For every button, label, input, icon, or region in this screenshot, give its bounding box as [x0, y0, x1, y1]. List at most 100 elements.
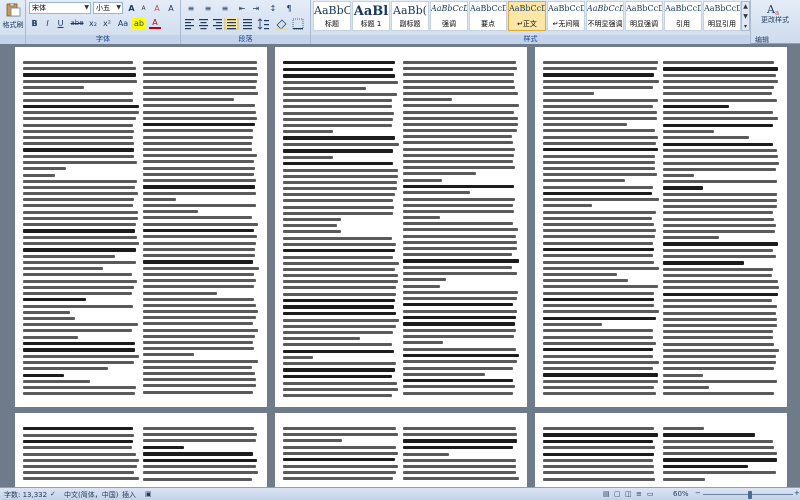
style-tile[interactable]: AaBbCcD ↵正文 [508, 1, 546, 31]
zoom-level[interactable]: 60% [673, 490, 689, 498]
style-tile[interactable]: AaBbCcD 明显强调 [625, 1, 663, 31]
document-page[interactable] [15, 47, 267, 407]
style-tile[interactable]: AaBbCcD ↵无间隔 [547, 1, 585, 31]
chevron-down-icon[interactable]: ▼ [116, 3, 121, 13]
text-column [403, 427, 519, 487]
bold-button[interactable]: B [29, 17, 40, 29]
style-gallery-scroll[interactable]: ▲ ▼ ▾ [741, 1, 750, 31]
document-workspace[interactable] [0, 45, 800, 487]
text-line [543, 73, 654, 77]
text-line [23, 471, 134, 475]
style-tile[interactable]: AaBl 标题 1 [352, 1, 390, 31]
text-line [23, 161, 138, 165]
text-line [143, 384, 257, 388]
style-tile[interactable]: AaBbCc 标题 [313, 1, 351, 31]
zoom-slider-thumb[interactable] [747, 491, 752, 499]
justify-icon[interactable] [224, 18, 239, 30]
change-case-button[interactable]: Aa [116, 17, 130, 29]
macro-record-icon[interactable]: ▣ [145, 490, 152, 498]
text-line [403, 184, 515, 189]
text-line [403, 341, 444, 345]
text-line [543, 446, 655, 450]
text-line [143, 129, 254, 133]
document-page[interactable] [15, 413, 267, 487]
distributed-icon[interactable] [243, 19, 252, 30]
grow-font-button[interactable]: A [126, 2, 137, 14]
text-line [143, 110, 256, 114]
text-line [543, 379, 658, 383]
bullets-button[interactable]: ≡ [184, 2, 198, 14]
underline-button[interactable]: U [55, 17, 66, 29]
chevron-up-icon[interactable]: ▲ [742, 2, 749, 12]
italic-button[interactable]: I [42, 17, 53, 29]
view-fullscreen-icon[interactable]: ▢ [614, 490, 621, 498]
format-painter-button[interactable]: 格式刷 [0, 20, 26, 30]
style-tile[interactable]: AaBb(副标题 [391, 1, 429, 31]
zoom-out-icon[interactable]: − [695, 489, 701, 497]
alignment-toolbar [185, 18, 304, 30]
style-tile[interactable]: AaBbCcD 不明显强调 [586, 1, 624, 31]
text-line [403, 166, 516, 170]
view-print-layout-icon[interactable]: ▤ [603, 490, 610, 498]
clear-format-button[interactable]: A [151, 2, 163, 14]
text-line [143, 477, 253, 481]
change-styles-button[interactable]: A a 更改样式 [755, 2, 795, 34]
increase-indent-button[interactable]: ⇥ [250, 2, 262, 14]
text-line [663, 354, 776, 358]
borders-icon[interactable] [292, 18, 304, 30]
numbering-button[interactable]: ≡ [201, 2, 215, 14]
document-page[interactable] [275, 413, 527, 487]
document-page[interactable] [535, 413, 787, 487]
font-size-combo[interactable]: 小五 ▼ [93, 2, 123, 14]
font-name-combo[interactable]: 宋体 ▼ [29, 2, 91, 14]
superscript-button[interactable]: x² [101, 17, 113, 29]
editing-button[interactable]: 编辑 [755, 35, 769, 45]
view-draft-icon[interactable]: ▭ [647, 490, 654, 498]
proofing-icon[interactable]: ✓ [50, 490, 56, 498]
view-outline-icon[interactable]: ≡ [636, 490, 642, 498]
chevron-down-icon[interactable]: ▼ [84, 3, 89, 13]
style-name: 标题 [325, 20, 339, 28]
text-line [663, 248, 773, 252]
text-line [283, 67, 393, 71]
subscript-button[interactable]: x₂ [87, 17, 99, 29]
style-tile[interactable]: AaBbCcD 引用 [664, 1, 702, 31]
zoom-in-icon[interactable]: + [794, 489, 800, 497]
align-right-icon[interactable] [213, 19, 222, 30]
style-tile[interactable]: AaBbCcD 强调 [430, 1, 468, 31]
text-line [403, 85, 515, 89]
text-line [403, 247, 518, 251]
language-indicator[interactable]: 中文(简体，中国) [64, 490, 118, 500]
decrease-indent-button[interactable]: ⇤ [236, 2, 248, 14]
highlight-button[interactable]: ab [132, 17, 146, 29]
paste-icon[interactable] [5, 3, 21, 17]
text-line [403, 378, 513, 383]
align-left-icon[interactable] [185, 19, 194, 30]
text-line [543, 471, 654, 475]
view-web-icon[interactable]: ◫ [625, 490, 632, 498]
insert-mode[interactable]: 插入 [122, 490, 136, 500]
word-count[interactable]: 字数: 13,332 [4, 490, 47, 500]
text-line [23, 329, 133, 333]
document-page[interactable] [535, 47, 787, 407]
show-marks-button[interactable]: ¶ [283, 2, 295, 14]
sort-button[interactable]: ↕ [267, 2, 279, 14]
text-line [283, 61, 396, 65]
document-page[interactable] [275, 47, 527, 407]
more-icon[interactable]: ▾ [742, 22, 749, 32]
style-name: 要点 [481, 20, 495, 28]
paragraph-group: ≡ ≡ ≡ ⇤ ⇥ ↕ ¶ 段落 [181, 0, 311, 44]
char-border-button[interactable]: A [165, 2, 177, 14]
shading-icon[interactable] [276, 19, 288, 30]
shrink-font-button[interactable]: A [138, 2, 149, 14]
multilevel-list-button[interactable]: ≡ [218, 2, 232, 14]
font-color-button[interactable]: A [149, 17, 161, 29]
align-center-icon[interactable] [199, 19, 208, 30]
text-line [543, 79, 659, 83]
chevron-down-icon[interactable]: ▼ [742, 12, 749, 22]
style-tile[interactable]: AaBbCcD 要点 [469, 1, 507, 31]
line-spacing-icon[interactable] [257, 18, 269, 30]
style-tile[interactable]: AaBbCcD 明显引用 [703, 1, 741, 31]
strikethrough-button[interactable]: abe [69, 17, 85, 29]
text-line [543, 272, 618, 276]
